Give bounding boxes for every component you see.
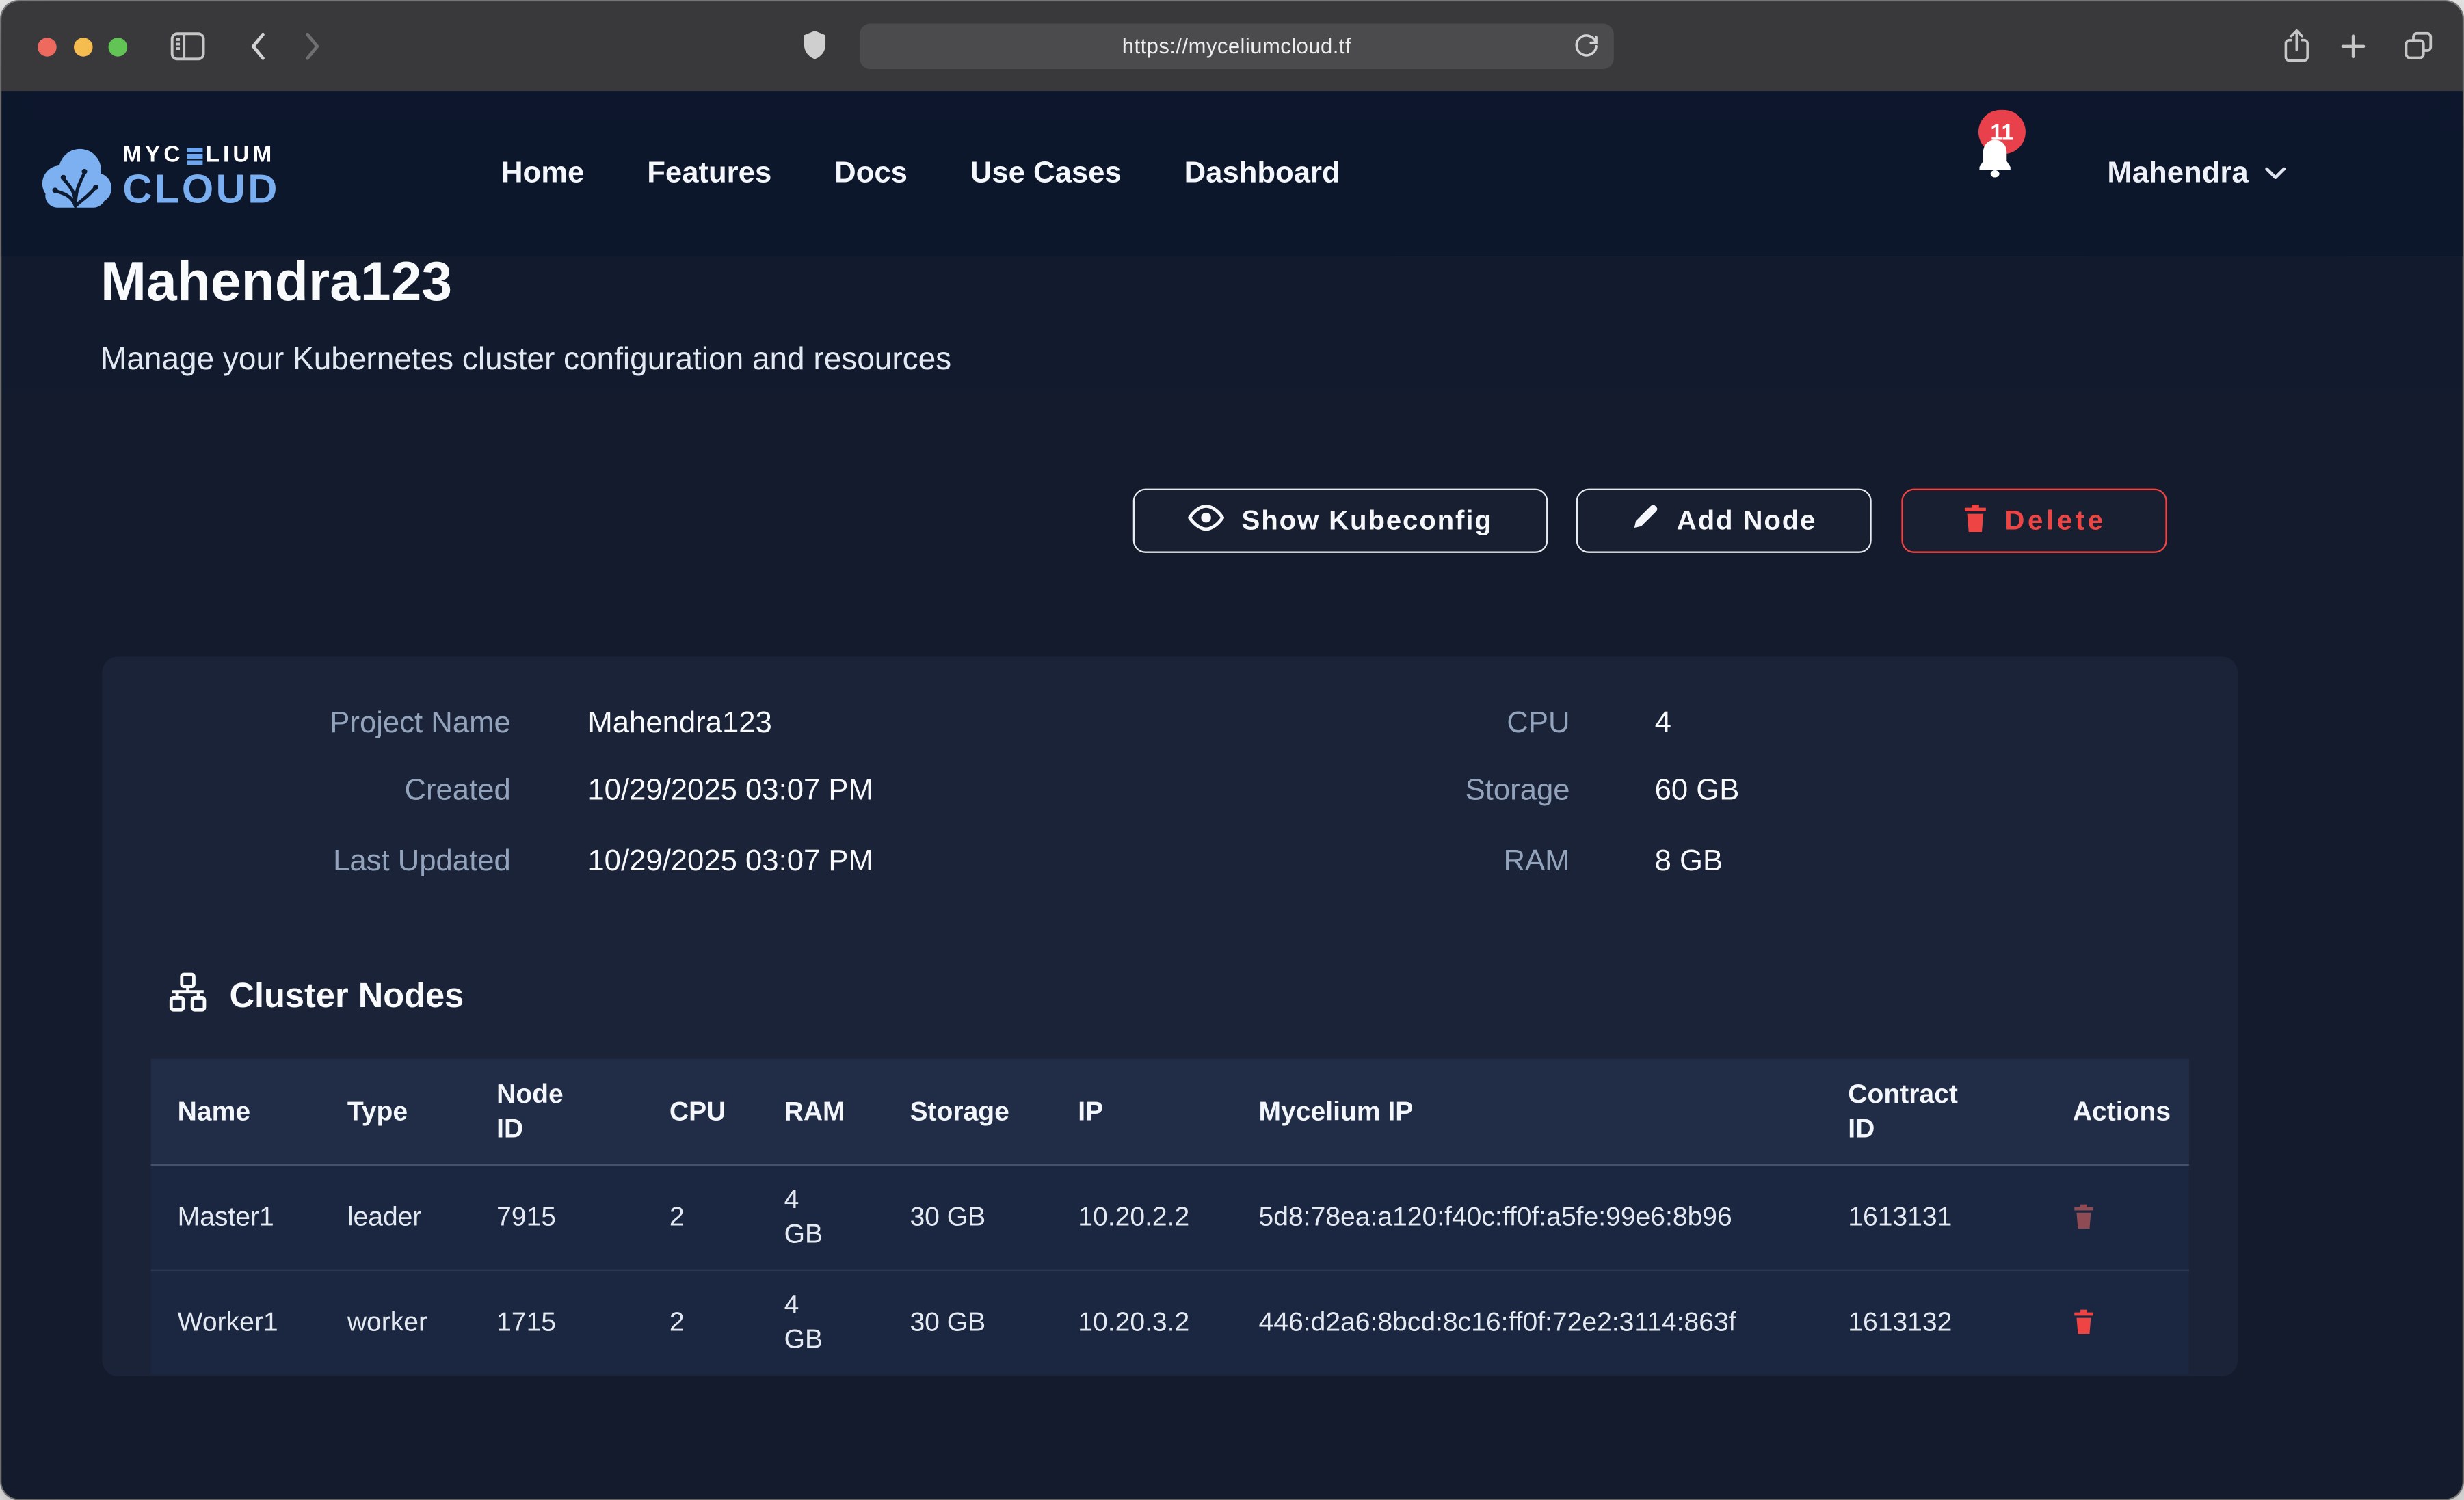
refresh-icon[interactable]	[1573, 33, 1600, 68]
col-type: Type	[321, 1094, 470, 1129]
nav-use-cases[interactable]: Use Cases	[970, 157, 1122, 191]
address-bar[interactable]: https://myceliumcloud.tf	[860, 23, 1614, 69]
node-mycelium-ip: 5d8:78ea:a120:f40c:ff0f:a5fe:99e6:8b96	[1232, 1201, 1821, 1235]
node-storage: 30 GB	[883, 1305, 1051, 1340]
bell-icon	[1975, 138, 2014, 189]
minimize-window-button[interactable]	[74, 38, 93, 57]
shield-icon[interactable]	[802, 28, 828, 63]
zoom-window-button[interactable]	[109, 38, 128, 57]
node-name: Master1	[151, 1201, 321, 1235]
node-actions	[2060, 1307, 2188, 1339]
col-cpu: CPU	[643, 1094, 758, 1129]
project-name-label: Project Name	[165, 706, 511, 743]
eye-icon	[1188, 503, 1224, 538]
back-icon[interactable]	[248, 31, 267, 62]
webpage: Mahendra123 Manage your Kubernetes clust…	[1, 91, 2462, 1499]
stylized-e-icon	[187, 148, 202, 165]
page-title: Mahendra123	[101, 249, 452, 318]
show-kubeconfig-label: Show Kubeconfig	[1242, 505, 1493, 537]
node-cpu: 2	[643, 1201, 758, 1235]
col-ip: IP	[1051, 1094, 1232, 1129]
cluster-nodes-title: Cluster Nodes	[229, 976, 464, 1017]
browser-window: https://myceliumcloud.tf	[1, 1, 2462, 1499]
last-updated-label: Last Updated	[165, 844, 511, 881]
brand-wordmark: MYCLIUM CLOUD	[122, 138, 280, 217]
storage-label: Storage	[1334, 773, 1570, 811]
browser-chrome: https://myceliumcloud.tf	[1, 1, 2462, 91]
created-label: Created	[165, 773, 511, 811]
created-value: 10/29/2025 03:07 PM	[587, 773, 873, 811]
node-ip: 10.20.2.2	[1051, 1201, 1232, 1235]
node-id: 1715	[470, 1305, 643, 1340]
add-node-button[interactable]: Add Node	[1576, 489, 1872, 553]
node-storage: 30 GB	[883, 1201, 1051, 1235]
user-menu[interactable]: Mahendra	[2107, 91, 2286, 256]
main-nav: Home Features Docs Use Cases Dashboard	[501, 91, 1340, 256]
nav-dashboard[interactable]: Dashboard	[1184, 157, 1340, 191]
cluster-info-card: Project Name Mahendra123 Created 10/29/2…	[102, 656, 2238, 1376]
share-icon[interactable]	[2281, 27, 2311, 64]
delete-label: Delete	[2004, 505, 2106, 537]
show-kubeconfig-button[interactable]: Show Kubeconfig	[1133, 489, 1548, 553]
trash-icon	[1962, 502, 1987, 539]
cpu-label: CPU	[1334, 706, 1570, 743]
col-node-id: Node ID	[470, 1077, 643, 1146]
col-ram: RAM	[758, 1094, 884, 1129]
node-mycelium-ip: 446:d2a6:8bcd:8c16:ff0f:72e2:3114:863f	[1232, 1305, 1821, 1340]
chevron-down-icon	[2264, 159, 2286, 187]
mycelium-cloud-icon	[39, 138, 111, 217]
forward-icon[interactable]	[303, 31, 322, 62]
node-name: Worker1	[151, 1305, 321, 1340]
table-row: Worker1 worker 1715 2 4 GB 30 GB 10.20.3…	[151, 1271, 2189, 1375]
site-logo[interactable]: MYCLIUM CLOUD	[39, 138, 279, 217]
col-actions: Actions	[2060, 1094, 2188, 1129]
node-actions	[2060, 1201, 2188, 1234]
ram-label: RAM	[1334, 844, 1570, 881]
col-contract-id: Contract ID	[1821, 1077, 2060, 1146]
col-mycelium-ip: Mycelium IP	[1232, 1094, 1821, 1129]
table-header-row: Name Type Node ID CPU RAM Storage IP Myc…	[151, 1059, 2189, 1166]
node-contract-id: 1613132	[1821, 1305, 2060, 1340]
page-subtitle: Manage your Kubernetes cluster configura…	[101, 343, 951, 379]
ram-value: 8 GB	[1655, 844, 1723, 881]
col-name: Name	[151, 1094, 321, 1129]
delete-node-button[interactable]	[2073, 1307, 2095, 1339]
node-ram: 4 GB	[758, 1288, 884, 1357]
new-tab-icon[interactable]	[2340, 33, 2366, 59]
table-row: Master1 leader 7915 2 4 GB 30 GB 10.20.2…	[151, 1166, 2189, 1271]
node-ram: 4 GB	[758, 1183, 884, 1252]
site-header: MYCLIUM CLOUD Home Features Docs Use Cas…	[1, 91, 2462, 256]
cpu-value: 4	[1655, 706, 1671, 743]
nav-features[interactable]: Features	[647, 157, 771, 191]
node-contract-id: 1613131	[1821, 1201, 2060, 1235]
storage-value: 60 GB	[1655, 773, 1740, 811]
sidebar-toggle-icon[interactable]	[170, 31, 206, 62]
notifications-button[interactable]: 11	[1963, 104, 2038, 198]
brand-bottom-line: CLOUD	[122, 168, 280, 211]
pencil-icon	[1631, 503, 1659, 539]
node-type: worker	[321, 1305, 470, 1340]
project-name-value: Mahendra123	[587, 706, 771, 743]
node-type: leader	[321, 1201, 470, 1235]
node-id: 7915	[470, 1201, 643, 1235]
tab-overview-icon[interactable]	[2401, 28, 2436, 63]
node-cpu: 2	[643, 1305, 758, 1340]
node-ip: 10.20.3.2	[1051, 1305, 1232, 1340]
delete-cluster-button[interactable]: Delete	[1901, 489, 2167, 553]
delete-node-button[interactable]	[2073, 1201, 2095, 1234]
close-window-button[interactable]	[38, 38, 57, 57]
col-storage: Storage	[883, 1094, 1051, 1129]
user-name: Mahendra	[2107, 157, 2248, 191]
address-url: https://myceliumcloud.tf	[1122, 35, 1351, 58]
last-updated-value: 10/29/2025 03:07 PM	[587, 844, 873, 881]
cluster-nodes-heading: Cluster Nodes	[168, 971, 464, 1021]
network-nodes-icon	[168, 971, 207, 1021]
screenshot-stage: https://myceliumcloud.tf	[0, 0, 2464, 1500]
add-node-label: Add Node	[1677, 505, 1817, 537]
nav-docs[interactable]: Docs	[834, 157, 908, 191]
nav-home[interactable]: Home	[501, 157, 584, 191]
cluster-nodes-table: Name Type Node ID CPU RAM Storage IP Myc…	[151, 1059, 2189, 1375]
